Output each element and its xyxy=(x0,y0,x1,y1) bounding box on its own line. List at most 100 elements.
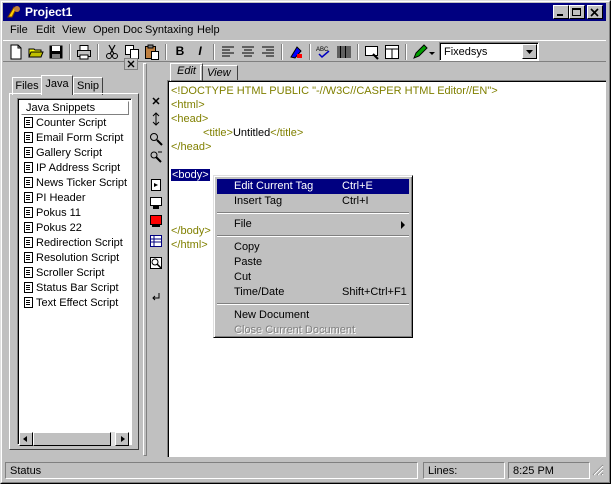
zoom-icon[interactable] xyxy=(149,256,163,270)
cut-icon[interactable] xyxy=(103,43,121,61)
menu-view[interactable]: View xyxy=(62,24,86,36)
document-icon xyxy=(24,297,33,308)
menu-item-paste[interactable]: Paste xyxy=(217,255,409,270)
code-line-html-close: </html> xyxy=(171,239,208,251)
menu-item-insert-tag[interactable]: Insert Tag Ctrl+I xyxy=(217,194,409,209)
code-line-body-open: <body> xyxy=(171,169,210,181)
scroll-thumb[interactable] xyxy=(33,432,111,446)
code-line-body-close: </body> xyxy=(171,225,211,237)
document-icon xyxy=(24,192,33,203)
align-right-icon[interactable] xyxy=(259,43,277,61)
submenu-arrow-icon xyxy=(400,220,406,232)
menu-bar: File Edit View Open Doc Syntaxing Help xyxy=(3,22,606,40)
list-item[interactable]: Gallery Script xyxy=(24,147,102,161)
menu-item-copy[interactable]: Copy xyxy=(217,240,409,255)
enter-icon[interactable] xyxy=(149,290,163,304)
menu-item-edit-current-tag[interactable]: Edit Current Tag Ctrl+E xyxy=(217,179,409,194)
status-lines: Lines: xyxy=(423,462,505,479)
find-icon[interactable] xyxy=(149,132,163,146)
image-icon[interactable] xyxy=(149,214,163,228)
document-icon xyxy=(24,132,33,143)
menu-edit[interactable]: Edit xyxy=(36,24,55,36)
new-icon[interactable] xyxy=(7,43,25,61)
color-icon[interactable] xyxy=(287,43,305,61)
app-icon xyxy=(6,5,22,22)
page-icon[interactable] xyxy=(149,178,163,192)
table-icon[interactable] xyxy=(149,234,163,248)
align-left-icon[interactable] xyxy=(219,43,237,61)
list-item[interactable]: Counter Script xyxy=(24,117,106,131)
list-item[interactable]: Pokus 11 xyxy=(24,207,81,221)
save-icon[interactable] xyxy=(47,43,65,61)
menu-help[interactable]: Help xyxy=(197,24,220,36)
document-icon xyxy=(24,207,33,218)
menu-open-doc[interactable]: Open Doc xyxy=(93,24,143,36)
list-item[interactable]: News Ticker Script xyxy=(24,177,127,191)
tab-java[interactable]: Java xyxy=(41,75,73,95)
open-icon[interactable] xyxy=(27,43,45,61)
frame-icon[interactable] xyxy=(383,43,401,61)
list-item[interactable]: Pokus 22 xyxy=(24,222,82,236)
menu-syntaxing[interactable]: Syntaxing xyxy=(145,24,193,36)
status-bar: Status Lines: 8:25 PM xyxy=(3,461,606,480)
scroll-right-icon[interactable] xyxy=(115,432,129,446)
context-menu: Edit Current Tag Ctrl+E Insert Tag Ctrl+I … xyxy=(213,175,413,338)
italic-icon[interactable]: I xyxy=(191,43,209,61)
font-select[interactable]: Fixedsys xyxy=(439,42,539,61)
minimize-button[interactable] xyxy=(553,5,569,19)
document-icon xyxy=(24,222,33,233)
paste-icon[interactable] xyxy=(143,43,161,61)
menu-file[interactable]: File xyxy=(10,24,28,36)
pen-dropdown-icon[interactable] xyxy=(427,43,437,61)
menu-item-time-date[interactable]: Time/Date Shift+Ctrl+F1 xyxy=(217,285,409,300)
document-icon xyxy=(24,252,33,263)
preview-icon[interactable] xyxy=(363,43,381,61)
window-title: Project1 xyxy=(25,5,73,19)
status-text: Status xyxy=(5,462,418,479)
list-item[interactable]: Resolution Script xyxy=(24,252,119,266)
close-button[interactable] xyxy=(587,5,603,19)
list-item[interactable]: Text Effect Script xyxy=(24,297,118,311)
list-item[interactable]: Redirection Script xyxy=(24,237,123,251)
title-bar[interactable]: Project1 xyxy=(3,3,606,21)
spellcheck-icon[interactable]: ABC xyxy=(315,43,333,61)
snippet-list[interactable]: Java Snippets Counter Script Email Form … xyxy=(17,98,132,445)
menu-item-close-current-document: Close Current Document xyxy=(234,324,356,336)
menu-item-cut[interactable]: Cut xyxy=(217,270,409,285)
code-line-head-open: <head> xyxy=(171,113,209,125)
list-item[interactable]: Status Bar Script xyxy=(24,282,119,296)
tab-edit[interactable]: Edit xyxy=(170,63,203,81)
delete-icon[interactable] xyxy=(149,94,163,108)
list-item[interactable]: Scroller Script xyxy=(24,267,104,281)
document-icon xyxy=(24,282,33,293)
maximize-button[interactable] xyxy=(569,5,585,19)
resize-grip-icon[interactable] xyxy=(592,464,604,479)
document-icon xyxy=(24,117,33,128)
barcode-icon[interactable] xyxy=(335,43,353,61)
bold-icon[interactable]: B xyxy=(171,43,189,61)
code-line-title: <title>Untitled</title> xyxy=(203,127,304,139)
print-icon[interactable] xyxy=(75,43,93,61)
align-center-icon[interactable] xyxy=(239,43,257,61)
status-time: 8:25 PM xyxy=(508,462,590,479)
document-icon xyxy=(24,267,33,278)
chevron-down-icon[interactable] xyxy=(522,44,537,59)
document-icon xyxy=(24,162,33,173)
replace-icon[interactable] xyxy=(149,150,163,164)
tab-view[interactable]: View xyxy=(200,65,238,81)
horizontal-scrollbar[interactable] xyxy=(19,432,129,446)
document-icon xyxy=(24,177,33,188)
menu-item-new-document[interactable]: New Document xyxy=(217,308,409,323)
font-select-value: Fixedsys xyxy=(444,46,488,58)
list-item[interactable]: Email Form Script xyxy=(24,132,123,146)
document-icon xyxy=(24,237,33,248)
list-item[interactable]: PI Header xyxy=(24,192,86,206)
toolbar: B I ABC Fixedsys xyxy=(3,40,606,62)
close-panel-icon[interactable] xyxy=(124,58,138,70)
monitor-icon[interactable] xyxy=(149,196,163,210)
list-header[interactable]: Java Snippets xyxy=(21,101,129,115)
menu-item-file[interactable]: File xyxy=(217,217,409,232)
indent-icon[interactable] xyxy=(149,112,163,126)
list-item[interactable]: IP Address Script xyxy=(24,162,120,176)
scroll-left-icon[interactable] xyxy=(19,432,33,446)
